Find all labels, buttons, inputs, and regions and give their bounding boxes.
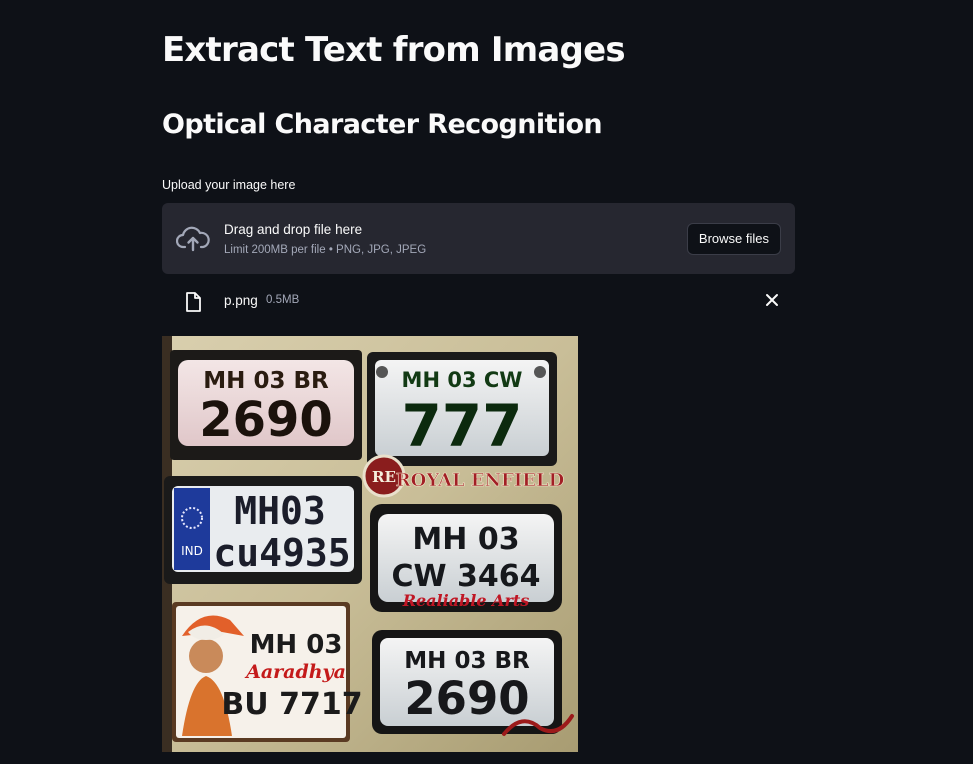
close-icon[interactable]	[763, 291, 781, 309]
plate-2: MH 03 CW 777	[367, 352, 557, 466]
cloud-upload-icon	[176, 226, 210, 252]
plate-4-line1: MH 03	[412, 522, 519, 557]
uploaded-image: MH 03 BR 2690 MH 03 CW 777 RE ROYAL ENFI…	[162, 336, 578, 752]
plate-3: IND MH03 cu4935	[164, 476, 362, 584]
plate-1-line2: 2690	[199, 392, 333, 448]
uploader-label: Upload your image here	[162, 178, 296, 192]
plate-6-line1: MH 03 BR	[404, 648, 530, 674]
plate-4: MH 03 CW 3464 Realiable Arts	[370, 504, 562, 612]
file-dropzone[interactable]: Drag and drop file here Limit 200MB per …	[162, 203, 795, 274]
plate-3-line2: cu4935	[213, 531, 350, 575]
license-plates-photo: MH 03 BR 2690 MH 03 CW 777 RE ROYAL ENFI…	[162, 336, 578, 752]
plate-3-line1: MH03	[234, 489, 326, 533]
plate-5-line1: MH 03	[250, 630, 343, 660]
plate-6: MH 03 BR 2690	[372, 630, 574, 736]
page-subtitle: Optical Character Recognition	[162, 109, 603, 140]
plate-5: MH 03 Aaradhya BU 7717	[172, 602, 363, 742]
dropzone-title: Drag and drop file here	[224, 222, 363, 237]
dropzone-limit: Limit 200MB per file • PNG, JPG, JPEG	[224, 244, 427, 256]
plate-4-line2: CW 3464	[391, 559, 540, 594]
plate-5-middle: Aaradhya	[244, 661, 346, 683]
plate-1-line1: MH 03 BR	[203, 368, 329, 394]
plate-4-footer: Realiable Arts	[402, 591, 530, 610]
uploaded-file-name: p.png	[224, 293, 258, 308]
brand-text: ROYAL ENFIELD	[396, 470, 565, 491]
badge-text: RE	[372, 468, 396, 486]
uploaded-file-size: 0.5MB	[266, 294, 300, 306]
page-title: Extract Text from Images	[162, 30, 626, 70]
plate-2-line2: 777	[401, 392, 522, 460]
plate-5-line2: BU 7717	[221, 687, 362, 722]
plate-1: MH 03 BR 2690	[170, 350, 362, 460]
plate-2-line1: MH 03 CW	[402, 368, 523, 392]
browse-files-button[interactable]: Browse files	[686, 223, 781, 255]
plate-6-line2: 2690	[404, 672, 529, 725]
file-icon	[186, 292, 201, 312]
uploaded-file-row: p.png 0.5MB	[162, 286, 795, 316]
plate-3-tag: IND	[181, 544, 203, 558]
dropzone-instructions: Drag and drop file here Limit 200MB per …	[224, 222, 426, 256]
